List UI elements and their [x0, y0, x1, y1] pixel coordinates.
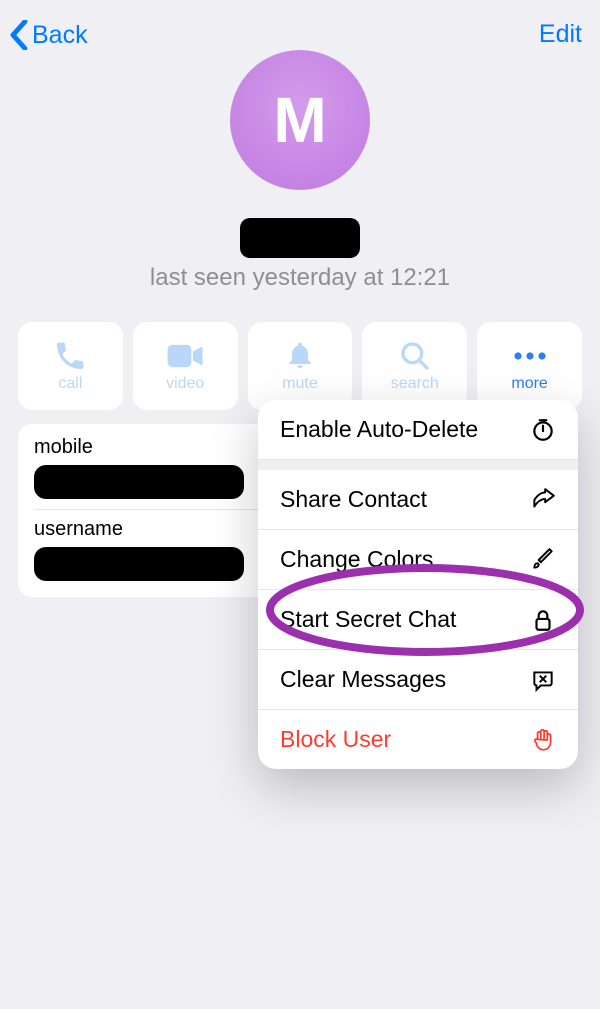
chevron-left-icon — [10, 20, 28, 50]
menu-auto-delete-label: Enable Auto-Delete — [280, 416, 478, 443]
last-seen-status: last seen yesterday at 12:21 — [0, 264, 600, 292]
username-label: username — [34, 518, 292, 541]
menu-auto-delete[interactable]: Enable Auto-Delete — [258, 400, 578, 460]
search-button[interactable]: search — [362, 322, 467, 410]
timer-icon — [530, 417, 556, 443]
redacted-username — [34, 547, 244, 581]
avatar-container: M — [0, 50, 600, 190]
menu-share-label: Share Contact — [280, 486, 427, 513]
search-icon — [399, 339, 431, 373]
video-label: video — [166, 375, 204, 393]
call-button[interactable]: call — [18, 322, 123, 410]
hand-icon — [530, 727, 556, 753]
redacted-mobile — [34, 465, 244, 499]
mobile-label: mobile — [34, 436, 292, 459]
menu-secret-chat[interactable]: Start Secret Chat — [258, 590, 578, 650]
menu-separator — [258, 460, 578, 470]
menu-share-contact[interactable]: Share Contact — [258, 470, 578, 530]
share-icon — [530, 487, 556, 513]
contact-name — [0, 218, 600, 258]
video-icon — [166, 339, 204, 373]
avatar-initial: M — [273, 83, 326, 157]
menu-colors-label: Change Colors — [280, 546, 433, 573]
more-button[interactable]: more — [477, 322, 582, 410]
mute-button[interactable]: mute — [248, 322, 353, 410]
action-row: call video mute search more — [0, 322, 600, 410]
back-button[interactable]: Back — [10, 20, 88, 50]
menu-secret-label: Start Secret Chat — [280, 606, 456, 633]
menu-block-label: Block User — [280, 726, 391, 753]
video-button[interactable]: video — [133, 322, 238, 410]
menu-change-colors[interactable]: Change Colors — [258, 530, 578, 590]
search-label: search — [391, 375, 439, 393]
bell-icon — [284, 339, 316, 373]
edit-button[interactable]: Edit — [539, 20, 582, 49]
brush-icon — [530, 547, 556, 573]
clear-chat-icon — [530, 667, 556, 693]
more-label: more — [511, 375, 547, 393]
mute-label: mute — [282, 375, 318, 393]
call-label: call — [58, 375, 82, 393]
back-label: Back — [32, 21, 88, 50]
menu-block-user[interactable]: Block User — [258, 710, 578, 769]
phone-icon — [53, 339, 87, 373]
menu-clear-messages[interactable]: Clear Messages — [258, 650, 578, 710]
more-icon — [512, 339, 548, 373]
menu-clear-label: Clear Messages — [280, 666, 446, 693]
more-menu: Enable Auto-Delete Share Contact Change … — [258, 400, 578, 769]
avatar[interactable]: M — [230, 50, 370, 190]
redacted-name — [240, 218, 360, 258]
lock-icon — [530, 607, 556, 633]
